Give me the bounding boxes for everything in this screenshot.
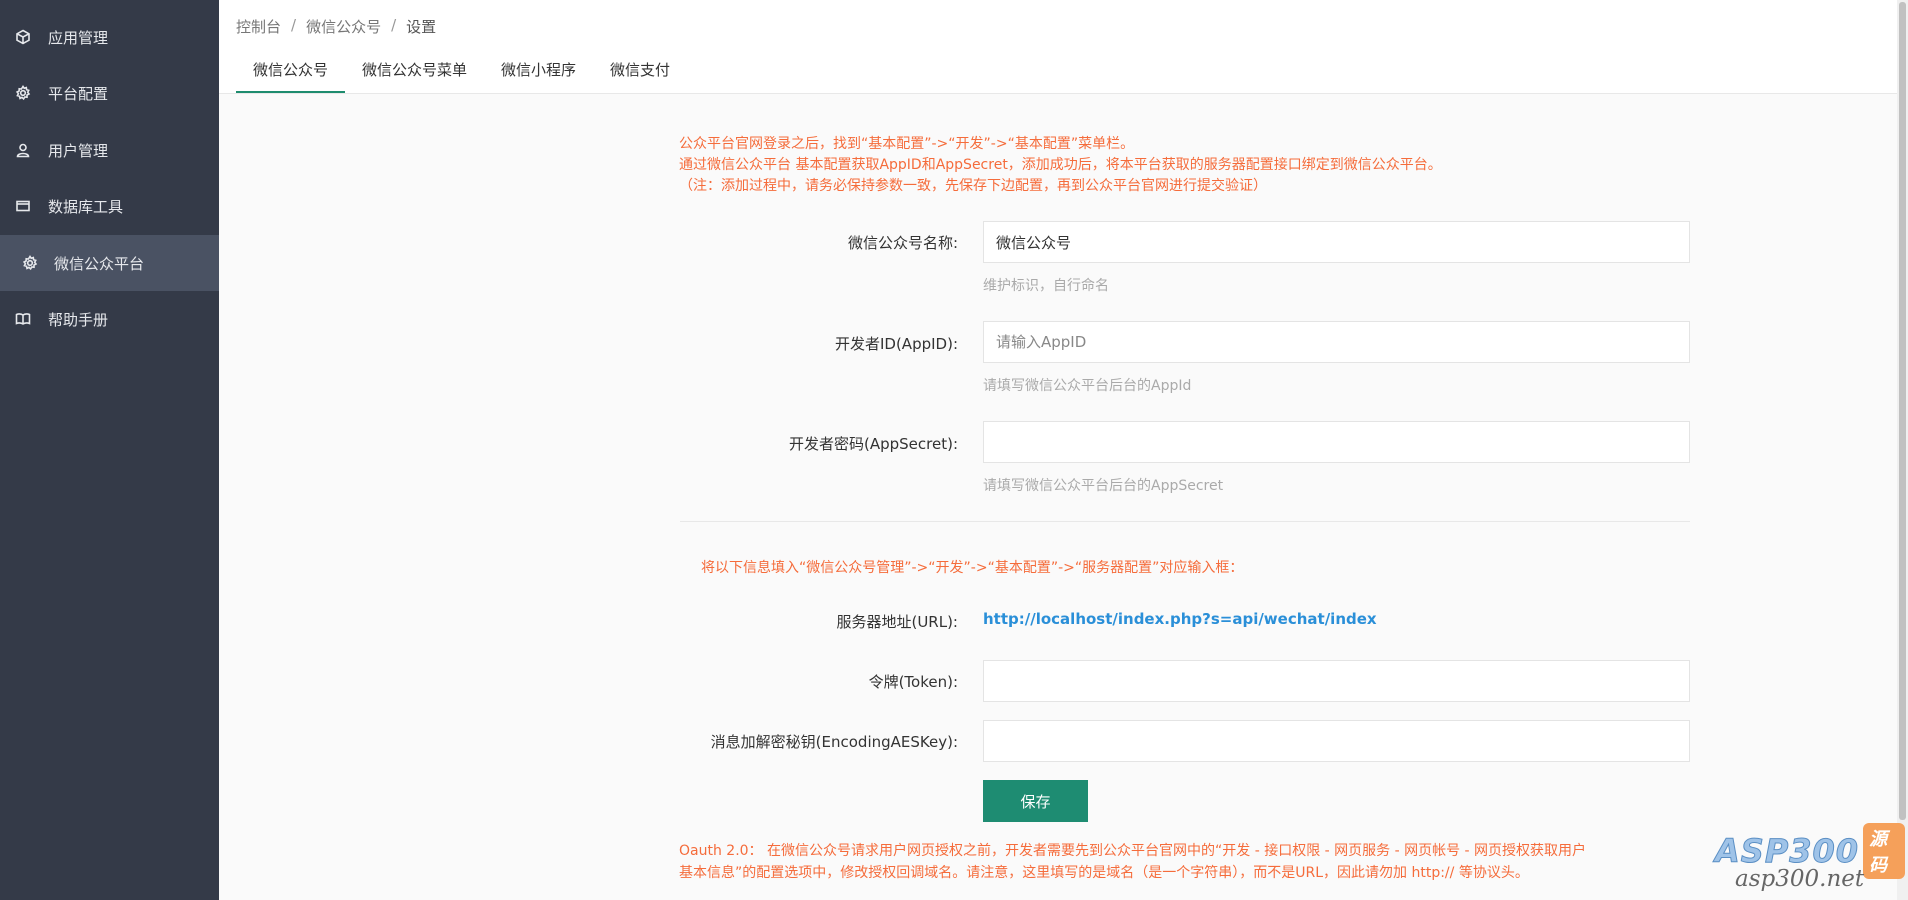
tab-bar: 微信公众号 微信公众号菜单 微信小程序 微信支付	[236, 54, 687, 93]
aes-key-input[interactable]	[983, 720, 1690, 762]
appsecret-help: 请填写微信公众平台后台的AppSecret	[983, 478, 1224, 494]
watermark-domain: asp300.net	[1735, 866, 1865, 892]
tab-wechat-pay[interactable]: 微信支付	[593, 54, 687, 91]
intro-tip-line2: 通过微信公众平台 基本配置获取AppID和AppSecret，添加成功后，将本平…	[679, 157, 1442, 173]
server-config-tip: 将以下信息填入“微信公众号管理”->“开发”->“基本配置”->“服务器配置”对…	[701, 560, 1244, 576]
sidebar-item-user-management[interactable]: 用户管理	[0, 122, 219, 178]
server-url-label: 服务器地址(URL):	[836, 613, 958, 631]
scrollbar-thumb[interactable]	[1899, 2, 1906, 820]
watermark: ASP300 源码 asp300.net	[1714, 823, 1905, 898]
sidebar-item-label: 用户管理	[48, 141, 109, 160]
name-help: 维护标识，自行命名	[983, 278, 1109, 294]
sidebar-item-app-management[interactable]: 应用管理	[0, 9, 219, 65]
name-label: 微信公众号名称:	[847, 234, 958, 252]
server-url-value: http://localhost/index.php?s=api/wechat/…	[983, 610, 1377, 628]
intro-tip-line3: （注：添加过程中，请务必保持参数一致，先保存下边配置，再到公众平台官网进行提交验…	[679, 178, 1267, 194]
watermark-brand: ASP300	[1714, 832, 1860, 871]
breadcrumb-item-settings: 设置	[406, 18, 437, 36]
sidebar-item-label: 平台配置	[48, 84, 109, 103]
account-name-input[interactable]	[983, 221, 1690, 263]
appid-label: 开发者ID(AppID):	[834, 335, 958, 353]
intro-tip-line1: 公众平台官网登录之后，找到“基本配置”->“开发”->“基本配置”菜单栏。	[679, 136, 1135, 152]
token-input[interactable]	[983, 660, 1690, 702]
page-scrollbar[interactable]	[1897, 0, 1908, 900]
sidebar-item-platform-config[interactable]: 平台配置	[0, 65, 219, 121]
top-bar: 控制台 / 微信公众号 / 设置 微信公众号 微信公众号菜单 微信小程序 微信支…	[219, 0, 1897, 94]
oauth-note-line2: 基本信息”的配置选项中，修改授权回调域名。请注意，这里填写的是域名（是一个字符串…	[679, 865, 1529, 881]
breadcrumb-item-dashboard[interactable]: 控制台	[236, 16, 281, 37]
gear-icon	[15, 85, 31, 101]
appsecret-input[interactable]	[983, 421, 1690, 463]
sidebar-item-label: 应用管理	[48, 28, 109, 47]
database-icon	[15, 198, 31, 214]
sidebar-item-help-manual[interactable]: 帮助手册	[0, 291, 219, 347]
breadcrumb: 控制台 / 微信公众号 / 设置	[236, 16, 436, 37]
gear-icon	[22, 255, 38, 271]
appid-help: 请填写微信公众平台后台的AppId	[983, 378, 1192, 394]
oauth-note-line1: Oauth 2.0： 在微信公众号请求用户网页授权之前，开发者需要先到公众平台官…	[679, 843, 1587, 859]
token-label: 令牌(Token):	[868, 673, 958, 691]
sidebar: 应用管理 平台配置 用户管理 数据库工具 微信公众平台 帮助手册	[0, 0, 219, 900]
save-button[interactable]: 保存	[983, 780, 1088, 822]
sidebar-item-wechat-platform[interactable]: 微信公众平台	[0, 235, 219, 291]
breadcrumb-item-wechat[interactable]: 微信公众号	[306, 16, 381, 37]
oauth-note: Oauth 2.0： 在微信公众号请求用户网页授权之前，开发者需要先到公众平台官…	[679, 840, 1719, 884]
tab-mini-program[interactable]: 微信小程序	[484, 54, 593, 91]
sidebar-item-label: 微信公众平台	[54, 254, 145, 273]
appsecret-label: 开发者密码(AppSecret):	[788, 435, 958, 453]
appid-input[interactable]	[983, 321, 1690, 363]
book-icon	[15, 311, 31, 327]
tab-wechat-menu[interactable]: 微信公众号菜单	[345, 54, 484, 91]
watermark-badge: 源码	[1863, 823, 1905, 879]
breadcrumb-separator: /	[291, 16, 297, 34]
section-divider	[680, 521, 1690, 522]
sidebar-item-label: 数据库工具	[48, 197, 124, 216]
tab-wechat-official[interactable]: 微信公众号	[236, 54, 346, 93]
user-icon	[15, 142, 31, 158]
aes-key-label: 消息加解密秘钥(EncodingAESKey):	[710, 733, 958, 751]
sidebar-item-database-tools[interactable]: 数据库工具	[0, 178, 219, 234]
sidebar-item-label: 帮助手册	[48, 310, 109, 329]
breadcrumb-separator: /	[391, 16, 397, 34]
cube-icon	[15, 29, 31, 45]
